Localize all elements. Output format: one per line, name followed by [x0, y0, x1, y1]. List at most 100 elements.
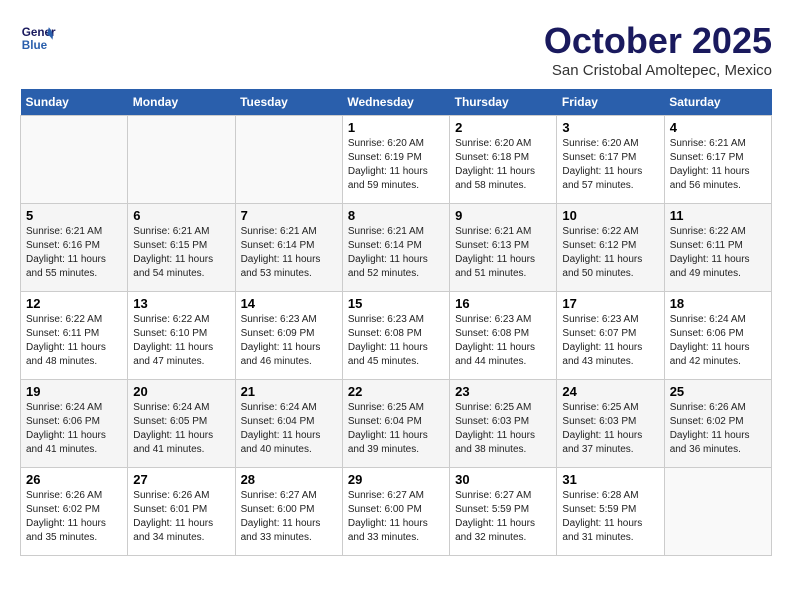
day-info: Sunrise: 6:27 AM Sunset: 5:59 PM Dayligh…	[455, 489, 551, 545]
day-info: Sunrise: 6:23 AM Sunset: 6:07 PM Dayligh…	[562, 313, 658, 369]
weekday-header-row: SundayMondayTuesdayWednesdayThursdayFrid…	[21, 89, 772, 116]
day-number: 22	[348, 384, 444, 399]
day-number: 12	[26, 296, 122, 311]
day-number: 3	[562, 120, 658, 135]
calendar-day-cell: 15 Sunrise: 6:23 AM Sunset: 6:08 PM Dayli…	[342, 292, 449, 380]
calendar-day-cell: 22 Sunrise: 6:25 AM Sunset: 6:04 PM Dayli…	[342, 380, 449, 468]
title-block: October 2025 San Cristobal Amoltepec, Me…	[544, 20, 772, 79]
day-number: 30	[455, 472, 551, 487]
weekday-header-cell: Tuesday	[235, 89, 342, 116]
day-info: Sunrise: 6:27 AM Sunset: 6:00 PM Dayligh…	[348, 489, 444, 545]
day-number: 6	[133, 208, 229, 223]
day-info: Sunrise: 6:26 AM Sunset: 6:02 PM Dayligh…	[670, 401, 766, 457]
calendar-day-cell: 18 Sunrise: 6:24 AM Sunset: 6:06 PM Dayli…	[664, 292, 771, 380]
day-number: 24	[562, 384, 658, 399]
day-info: Sunrise: 6:28 AM Sunset: 5:59 PM Dayligh…	[562, 489, 658, 545]
day-info: Sunrise: 6:21 AM Sunset: 6:17 PM Dayligh…	[670, 137, 766, 193]
calendar-day-cell: 31 Sunrise: 6:28 AM Sunset: 5:59 PM Dayli…	[557, 468, 664, 556]
day-info: Sunrise: 6:26 AM Sunset: 6:01 PM Dayligh…	[133, 489, 229, 545]
day-info: Sunrise: 6:22 AM Sunset: 6:12 PM Dayligh…	[562, 225, 658, 281]
day-number: 26	[26, 472, 122, 487]
calendar-day-cell: 26 Sunrise: 6:26 AM Sunset: 6:02 PM Dayli…	[21, 468, 128, 556]
day-number: 14	[241, 296, 337, 311]
day-number: 21	[241, 384, 337, 399]
day-number: 29	[348, 472, 444, 487]
day-number: 25	[670, 384, 766, 399]
day-info: Sunrise: 6:21 AM Sunset: 6:14 PM Dayligh…	[348, 225, 444, 281]
day-info: Sunrise: 6:24 AM Sunset: 6:06 PM Dayligh…	[26, 401, 122, 457]
calendar-day-cell	[664, 468, 771, 556]
calendar-day-cell: 9Sunrise: 6:21 AM Sunset: 6:13 PM Daylig…	[450, 204, 557, 292]
day-number: 11	[670, 208, 766, 223]
calendar-table: SundayMondayTuesdayWednesdayThursdayFrid…	[20, 89, 772, 556]
day-number: 1	[348, 120, 444, 135]
calendar-day-cell: 5Sunrise: 6:21 AM Sunset: 6:16 PM Daylig…	[21, 204, 128, 292]
day-info: Sunrise: 6:22 AM Sunset: 6:11 PM Dayligh…	[26, 313, 122, 369]
calendar-week-row: 26 Sunrise: 6:26 AM Sunset: 6:02 PM Dayli…	[21, 468, 772, 556]
day-number: 4	[670, 120, 766, 135]
day-info: Sunrise: 6:21 AM Sunset: 6:14 PM Dayligh…	[241, 225, 337, 281]
day-number: 13	[133, 296, 229, 311]
calendar-week-row: 12 Sunrise: 6:22 AM Sunset: 6:11 PM Dayli…	[21, 292, 772, 380]
logo: General Blue	[20, 20, 56, 56]
day-info: Sunrise: 6:22 AM Sunset: 6:11 PM Dayligh…	[670, 225, 766, 281]
calendar-day-cell: 27 Sunrise: 6:26 AM Sunset: 6:01 PM Dayli…	[128, 468, 235, 556]
day-info: Sunrise: 6:21 AM Sunset: 6:13 PM Dayligh…	[455, 225, 551, 281]
calendar-day-cell: 24Sunrise: 6:25 AM Sunset: 6:03 PM Dayli…	[557, 380, 664, 468]
calendar-day-cell: 8 Sunrise: 6:21 AM Sunset: 6:14 PM Daylig…	[342, 204, 449, 292]
day-number: 15	[348, 296, 444, 311]
calendar-day-cell: 20Sunrise: 6:24 AM Sunset: 6:05 PM Dayli…	[128, 380, 235, 468]
day-info: Sunrise: 6:20 AM Sunset: 6:18 PM Dayligh…	[455, 137, 551, 193]
calendar-day-cell: 7 Sunrise: 6:21 AM Sunset: 6:14 PM Daylig…	[235, 204, 342, 292]
weekday-header-cell: Saturday	[664, 89, 771, 116]
day-info: Sunrise: 6:26 AM Sunset: 6:02 PM Dayligh…	[26, 489, 122, 545]
day-info: Sunrise: 6:24 AM Sunset: 6:04 PM Dayligh…	[241, 401, 337, 457]
calendar-day-cell: 23Sunrise: 6:25 AM Sunset: 6:03 PM Dayli…	[450, 380, 557, 468]
day-number: 2	[455, 120, 551, 135]
day-info: Sunrise: 6:24 AM Sunset: 6:06 PM Dayligh…	[670, 313, 766, 369]
day-number: 5	[26, 208, 122, 223]
calendar-day-cell	[21, 116, 128, 204]
calendar-day-cell: 30 Sunrise: 6:27 AM Sunset: 5:59 PM Dayli…	[450, 468, 557, 556]
calendar-day-cell: 14 Sunrise: 6:23 AM Sunset: 6:09 PM Dayli…	[235, 292, 342, 380]
day-info: Sunrise: 6:23 AM Sunset: 6:08 PM Dayligh…	[348, 313, 444, 369]
day-number: 18	[670, 296, 766, 311]
calendar-day-cell: 17Sunrise: 6:23 AM Sunset: 6:07 PM Dayli…	[557, 292, 664, 380]
weekday-header-cell: Monday	[128, 89, 235, 116]
day-number: 23	[455, 384, 551, 399]
calendar-week-row: 19 Sunrise: 6:24 AM Sunset: 6:06 PM Dayli…	[21, 380, 772, 468]
day-info: Sunrise: 6:23 AM Sunset: 6:09 PM Dayligh…	[241, 313, 337, 369]
day-number: 19	[26, 384, 122, 399]
svg-text:Blue: Blue	[22, 39, 48, 52]
day-number: 7	[241, 208, 337, 223]
day-info: Sunrise: 6:22 AM Sunset: 6:10 PM Dayligh…	[133, 313, 229, 369]
calendar-day-cell: 10 Sunrise: 6:22 AM Sunset: 6:12 PM Dayli…	[557, 204, 664, 292]
calendar-day-cell: 6 Sunrise: 6:21 AM Sunset: 6:15 PM Daylig…	[128, 204, 235, 292]
page-header: General Blue October 2025 San Cristobal …	[20, 20, 772, 79]
calendar-day-cell: 25 Sunrise: 6:26 AM Sunset: 6:02 PM Dayli…	[664, 380, 771, 468]
day-info: Sunrise: 6:20 AM Sunset: 6:19 PM Dayligh…	[348, 137, 444, 193]
location-subtitle: San Cristobal Amoltepec, Mexico	[544, 62, 772, 79]
day-info: Sunrise: 6:21 AM Sunset: 6:15 PM Dayligh…	[133, 225, 229, 281]
calendar-body: 1 Sunrise: 6:20 AM Sunset: 6:19 PM Daylig…	[21, 116, 772, 556]
day-number: 27	[133, 472, 229, 487]
calendar-day-cell: 2 Sunrise: 6:20 AM Sunset: 6:18 PM Daylig…	[450, 116, 557, 204]
day-number: 8	[348, 208, 444, 223]
calendar-day-cell: 19 Sunrise: 6:24 AM Sunset: 6:06 PM Dayli…	[21, 380, 128, 468]
calendar-day-cell	[128, 116, 235, 204]
day-info: Sunrise: 6:20 AM Sunset: 6:17 PM Dayligh…	[562, 137, 658, 193]
day-number: 10	[562, 208, 658, 223]
calendar-day-cell: 12 Sunrise: 6:22 AM Sunset: 6:11 PM Dayli…	[21, 292, 128, 380]
day-info: Sunrise: 6:27 AM Sunset: 6:00 PM Dayligh…	[241, 489, 337, 545]
calendar-day-cell: 16Sunrise: 6:23 AM Sunset: 6:08 PM Dayli…	[450, 292, 557, 380]
weekday-header-cell: Friday	[557, 89, 664, 116]
calendar-week-row: 5Sunrise: 6:21 AM Sunset: 6:16 PM Daylig…	[21, 204, 772, 292]
day-number: 31	[562, 472, 658, 487]
calendar-day-cell: 29 Sunrise: 6:27 AM Sunset: 6:00 PM Dayli…	[342, 468, 449, 556]
logo-icon: General Blue	[20, 20, 56, 56]
day-info: Sunrise: 6:25 AM Sunset: 6:04 PM Dayligh…	[348, 401, 444, 457]
weekday-header-cell: Wednesday	[342, 89, 449, 116]
calendar-day-cell: 13 Sunrise: 6:22 AM Sunset: 6:10 PM Dayli…	[128, 292, 235, 380]
calendar-day-cell: 3 Sunrise: 6:20 AM Sunset: 6:17 PM Daylig…	[557, 116, 664, 204]
calendar-day-cell: 1 Sunrise: 6:20 AM Sunset: 6:19 PM Daylig…	[342, 116, 449, 204]
